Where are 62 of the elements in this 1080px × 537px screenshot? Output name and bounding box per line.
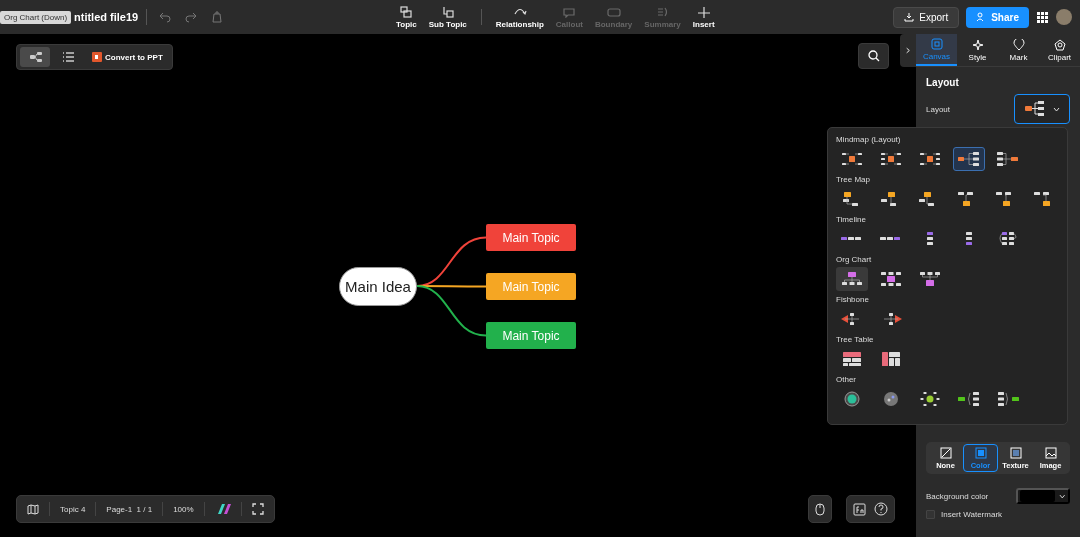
map-icon[interactable] (27, 503, 39, 515)
export-button[interactable]: Export (893, 6, 960, 28)
panel-tab[interactable]: Clipart (1039, 34, 1080, 66)
field-label: Layout (926, 104, 951, 114)
group-title: Tree Table (836, 335, 875, 344)
list-icon[interactable] (61, 51, 75, 63)
download-icon[interactable] (904, 12, 915, 22)
fullscreen-icon[interactable] (251, 503, 264, 515)
toolbar-button[interactable]: Sub Topic (424, 5, 471, 29)
search-icon[interactable] (867, 50, 880, 62)
panel-tab[interactable]: Style (957, 34, 998, 66)
color-picker[interactable] (1016, 488, 1070, 504)
texture-icon[interactable] (1009, 446, 1022, 459)
checkbox[interactable] (926, 510, 935, 519)
main-topic[interactable]: Main Topic (486, 224, 576, 251)
square-icon[interactable] (974, 446, 987, 459)
pentagon-icon[interactable] (1053, 38, 1066, 51)
convert-button[interactable]: Convert to PPT (86, 52, 169, 62)
tooltip: Org Chart (Down) (0, 11, 72, 24)
section-heading: Layout (926, 77, 960, 88)
mouse-icon[interactable] (815, 502, 825, 516)
group-title: Fishbone (836, 295, 870, 304)
group-title: Tree Map (836, 175, 871, 184)
chevron-icon[interactable] (906, 46, 910, 55)
subtopic-icon[interactable] (440, 5, 455, 18)
image-icon[interactable] (1044, 446, 1057, 459)
plus-icon[interactable] (696, 5, 711, 18)
help-icon[interactable] (874, 502, 888, 516)
group-title: Timeline (836, 215, 867, 224)
sparkle-icon[interactable] (971, 38, 984, 51)
color-swatch (1020, 490, 1056, 502)
toolbar-button[interactable]: Relationship (491, 5, 548, 29)
toolbar-button[interactable]: Insert (688, 5, 719, 29)
slash-square-icon[interactable] (939, 446, 952, 459)
slides-icon[interactable] (92, 52, 102, 62)
group-title: Org Chart (836, 255, 873, 264)
toolbar-button[interactable]: Topic (392, 5, 421, 29)
layout-diagram-icon[interactable] (1024, 101, 1047, 117)
avatar[interactable] (1056, 9, 1072, 25)
file-title: ntitled file19 (74, 11, 139, 23)
search-button[interactable] (858, 43, 889, 69)
zoom-level[interactable]: 100% (173, 504, 194, 514)
group-title: Other (836, 375, 857, 384)
redo-icon[interactable] (185, 11, 198, 23)
field-label: Background color (926, 491, 989, 501)
checkbox-label: Insert Watermark (941, 510, 1003, 519)
group-title: Mindmap (Layout) (836, 135, 902, 144)
topic-icon[interactable] (399, 5, 414, 18)
apps-grid-icon[interactable] (1037, 11, 1048, 23)
canvas-icon[interactable] (930, 37, 943, 50)
topic-count: Topic 4 (60, 504, 86, 514)
mindmap-view-button[interactable] (20, 47, 50, 67)
function-key-icon[interactable] (853, 502, 866, 516)
caret-icon[interactable] (1059, 493, 1066, 499)
undo-icon[interactable] (159, 11, 172, 23)
page-indicator[interactable]: Page-1 1 / 1 (106, 504, 153, 514)
caret-icon[interactable] (1052, 106, 1060, 112)
layout-dropdown[interactable] (1014, 94, 1070, 124)
panel-tab[interactable]: Mark (998, 34, 1039, 66)
central-topic[interactable]: Main Idea (339, 267, 417, 306)
panel-tab[interactable]: Canvas (916, 34, 957, 66)
mindmap-icon[interactable] (28, 51, 42, 63)
